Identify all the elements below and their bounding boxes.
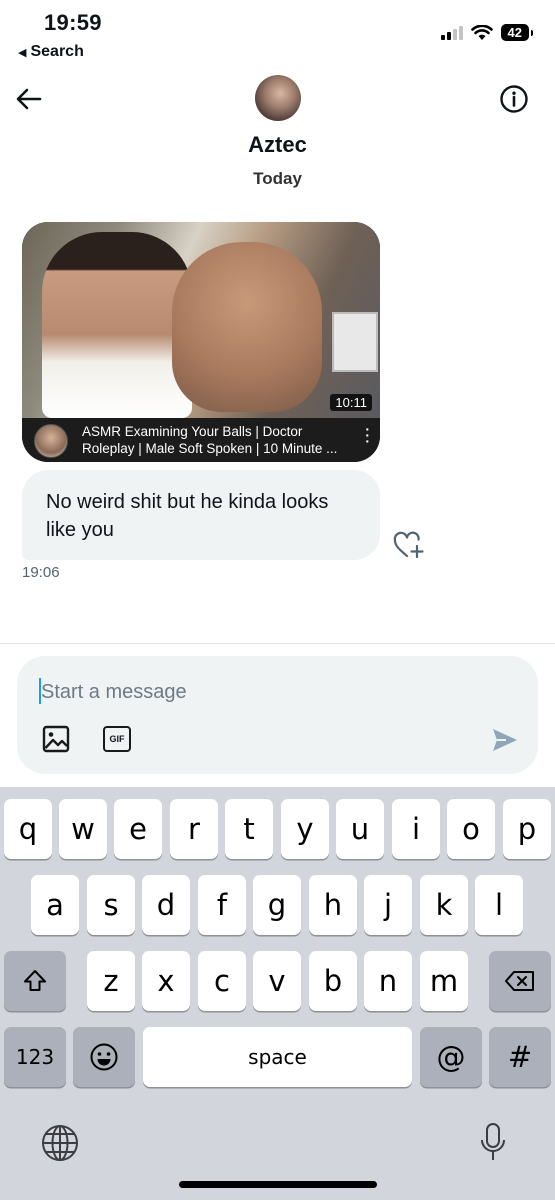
status-time: 19:59 <box>44 10 102 35</box>
key-z[interactable]: z <box>87 951 135 1011</box>
channel-avatar <box>34 424 68 458</box>
date-separator: Today <box>253 169 302 188</box>
gif-button[interactable]: GIF <box>103 726 131 752</box>
thumbnail-laptop <box>332 312 378 372</box>
add-reaction-icon[interactable] <box>392 530 424 560</box>
contact-avatar[interactable] <box>255 75 301 121</box>
key-q[interactable]: q <box>4 799 52 859</box>
key-l[interactable]: l <box>475 875 523 935</box>
message-input[interactable] <box>41 678 461 706</box>
space-key[interactable]: space <box>143 1027 412 1087</box>
key-w[interactable]: w <box>59 799 107 859</box>
key-a[interactable]: a <box>31 875 79 935</box>
info-icon[interactable] <box>499 84 529 114</box>
status-icons: 42 <box>440 24 534 41</box>
key-t[interactable]: t <box>225 799 273 859</box>
emoji-key[interactable] <box>73 1027 135 1087</box>
key-u[interactable]: u <box>336 799 384 859</box>
on-screen-keyboard: q w e r t y u i o p a s d f g h j k l z … <box>0 787 555 1200</box>
shift-key[interactable] <box>4 951 66 1011</box>
back-to-search-label: Search <box>30 43 84 60</box>
key-s[interactable]: s <box>87 875 135 935</box>
battery-indicator: 42 <box>500 24 534 41</box>
numbers-key[interactable]: 123 <box>4 1027 66 1087</box>
more-options-icon[interactable]: · · · <box>365 422 370 448</box>
key-j[interactable]: j <box>364 875 412 935</box>
microphone-icon[interactable] <box>478 1121 508 1165</box>
key-f[interactable]: f <box>198 875 246 935</box>
contact-name[interactable]: Aztec <box>0 132 555 158</box>
hash-key[interactable]: # <box>489 1027 551 1087</box>
back-triangle-icon: ◀ <box>18 46 27 59</box>
key-p[interactable]: p <box>503 799 551 859</box>
key-h[interactable]: h <box>309 875 357 935</box>
key-i[interactable]: i <box>392 799 440 859</box>
cellular-signal-icon <box>440 25 463 40</box>
key-o[interactable]: o <box>447 799 495 859</box>
key-r[interactable]: r <box>170 799 218 859</box>
key-v[interactable]: v <box>253 951 301 1011</box>
backspace-key[interactable] <box>489 951 551 1011</box>
status-bar: 19:59 ◀ Search 42 <box>0 0 555 70</box>
message-timestamp: 19:06 <box>22 564 60 581</box>
globe-icon[interactable] <box>40 1123 80 1163</box>
video-meta-bar: ASMR Examining Your Balls | Doctor Rolep… <box>22 418 380 462</box>
shared-video-card[interactable]: 10:11 ASMR Examining Your Balls | Doctor… <box>22 222 380 462</box>
key-e[interactable]: e <box>114 799 162 859</box>
video-thumbnail[interactable]: 10:11 <box>22 222 380 418</box>
key-c[interactable]: c <box>198 951 246 1011</box>
at-key[interactable]: @ <box>420 1027 482 1087</box>
shift-icon <box>24 970 46 991</box>
video-title: ASMR Examining Your Balls | Doctor Rolep… <box>82 424 338 456</box>
key-x[interactable]: x <box>142 951 190 1011</box>
back-arrow-icon[interactable] <box>14 84 44 114</box>
thumbnail-hand <box>172 242 322 412</box>
video-duration-badge: 10:11 <box>330 394 372 411</box>
image-icon[interactable] <box>41 724 71 754</box>
message-composer: GIF <box>17 656 538 774</box>
back-to-search-link[interactable]: ◀ Search <box>18 43 84 61</box>
message-bubble[interactable]: No weird shit but he kinda looks like yo… <box>22 470 380 560</box>
emoji-icon <box>90 1043 118 1071</box>
backspace-icon <box>505 971 534 991</box>
key-m[interactable]: m <box>420 951 468 1011</box>
wifi-icon <box>470 24 493 40</box>
key-g[interactable]: g <box>253 875 301 935</box>
send-icon[interactable] <box>490 726 520 754</box>
key-y[interactable]: y <box>281 799 329 859</box>
key-d[interactable]: d <box>142 875 190 935</box>
home-indicator <box>179 1181 377 1188</box>
key-n[interactable]: n <box>364 951 412 1011</box>
composer-divider <box>0 643 555 644</box>
key-b[interactable]: b <box>309 951 357 1011</box>
conversation-header: Aztec Today <box>0 70 555 200</box>
thumbnail-person <box>42 232 192 418</box>
key-k[interactable]: k <box>420 875 468 935</box>
